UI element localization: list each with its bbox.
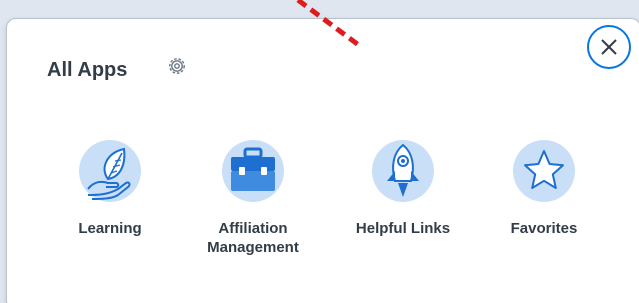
close-icon — [601, 39, 617, 55]
app-label: Learning — [78, 220, 142, 237]
panel-title: All Apps — [47, 59, 128, 81]
app-label: Favorites — [510, 220, 578, 237]
app-learning[interactable]: Learning — [45, 139, 175, 238]
app-label: Affiliation Management — [188, 219, 318, 257]
screen: All Apps Learning Affiliation Management… — [0, 0, 639, 303]
app-label: Helpful Links — [355, 220, 451, 237]
app-affiliation-management[interactable]: Affiliation Management — [188, 139, 318, 257]
leaf-hand-icon — [78, 139, 142, 203]
briefcase-icon — [221, 139, 285, 203]
app-grid: Learning Affiliation Management Helpful … — [7, 139, 639, 279]
app-label-line: Affiliation — [218, 220, 288, 237]
rocket-icon — [371, 139, 435, 203]
close-button[interactable] — [587, 25, 631, 69]
app-helpful-links[interactable]: Helpful Links — [338, 139, 468, 238]
app-label-line: Management — [207, 239, 299, 256]
star-icon — [512, 139, 576, 203]
all-apps-panel: All Apps Learning Affiliation Management… — [6, 18, 639, 303]
app-favorites[interactable]: Favorites — [479, 139, 609, 238]
gear-icon[interactable] — [165, 54, 189, 78]
